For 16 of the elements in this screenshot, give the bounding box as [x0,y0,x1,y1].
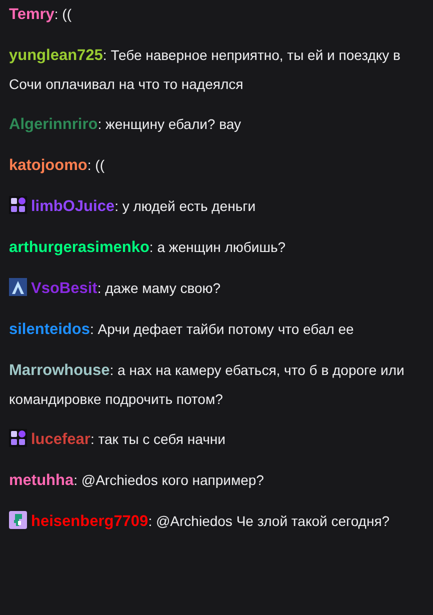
chat-message: arthurgerasimenko: а женщин любишь? [9,239,286,255]
chat-message: yunglean725: Тебе наверное неприятно, ты ей и поездку в Сочи оплачивал на что то надеялся [9,47,400,92]
chat-message: Temry: (( [9,6,72,22]
chat-message: Marrowhouse: а нах на камеру ебаться, что б в дороге или командировке подрочить потом? [9,362,404,407]
dinosaur-badge-icon [9,511,27,529]
chat-message: VsoBesit: даже маму свою? [31,280,221,296]
chat-message: limbOJuice: у людей есть деньги [31,198,256,214]
chat-message: metuhha: @Archiedos кого например? [9,472,264,488]
badge-icon [9,196,27,214]
chat-message: Algerinnriro: женщину ебали? вау [9,116,242,132]
chat-message: heisenberg7709: @Archiedos Че злой такой сегодня? [31,513,390,529]
badge-icon [9,429,27,447]
chat-message: silenteidos: Арчи дефает тайби потому что ебал ее [9,321,354,337]
chat-message: katojoomo: (( [9,157,104,173]
chat-message: lucefear: так ты с себя начни [31,431,226,447]
arrow-badge-icon [9,278,27,296]
